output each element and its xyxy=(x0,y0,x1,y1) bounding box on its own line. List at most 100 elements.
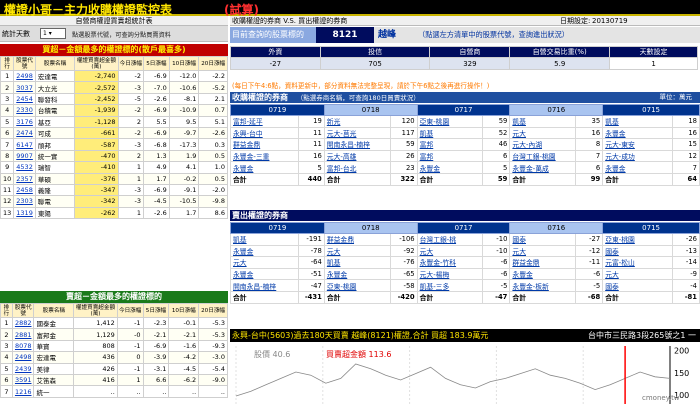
broker-link[interactable]: 國泰 xyxy=(509,233,577,246)
stock-code-link[interactable]: 2357 xyxy=(13,172,36,185)
broker-link[interactable]: 凱基 xyxy=(230,233,299,246)
broker-link[interactable]: 永豐金 xyxy=(230,161,299,174)
stock-code-link[interactable]: 2474 xyxy=(13,126,36,140)
stock-code-link[interactable]: 2454 xyxy=(13,92,36,106)
stock-code-link[interactable]: 2498 xyxy=(13,69,36,83)
broker-link[interactable]: 台灣工銀-桃園 xyxy=(509,149,577,163)
broker-link[interactable]: 永豐金 xyxy=(602,126,673,140)
table-cell: 11 xyxy=(0,183,15,197)
broker-link[interactable]: 元大-成功 xyxy=(602,149,673,163)
table-row: 3 8078 華寶 808 -1 -6.9 -1.6 -9.3 xyxy=(0,339,228,353)
broker-value: 16 xyxy=(575,126,604,140)
broker-link[interactable]: 開南永昌-楠梓 xyxy=(323,138,391,151)
table-cell: -2 xyxy=(117,126,145,140)
broker-link[interactable]: 凱基 xyxy=(509,115,577,128)
broker-value: -6 xyxy=(575,267,604,281)
broker-link[interactable]: 元大 xyxy=(509,126,577,140)
broker-link[interactable]: 元大 xyxy=(602,267,673,281)
broker-link[interactable]: 元富-松山 xyxy=(602,256,673,269)
broker-link[interactable]: 富邦-台北 xyxy=(323,161,391,174)
stock-code-link[interactable]: 2458 xyxy=(13,183,36,197)
stock-code-link[interactable]: 1216 xyxy=(11,385,35,398)
broker-link[interactable]: 元大 xyxy=(416,244,484,258)
broker-link[interactable]: 凱基-三多 xyxy=(416,279,484,292)
broker-value: -92 xyxy=(389,244,418,258)
broker-link[interactable]: 元大-莒光 xyxy=(323,126,391,140)
broker-link[interactable]: 群益金鼎 xyxy=(323,233,391,246)
broker-link[interactable]: 新光 xyxy=(323,115,391,128)
broker-link[interactable]: 元大 xyxy=(230,256,299,269)
stock-code-link[interactable]: 3591 xyxy=(11,373,35,387)
stock-code-link[interactable]: 2303 xyxy=(13,195,36,208)
query-code[interactable]: 8121 xyxy=(316,27,374,43)
table-row: 8 9907 統一實 -470 2 1.3 1.9 0.5 xyxy=(0,149,228,163)
broker-link[interactable]: 群益金鼎 xyxy=(509,256,577,269)
stock-code-link[interactable]: 3037 xyxy=(13,81,36,94)
broker-link[interactable]: 開南永昌-楠梓 xyxy=(230,279,299,292)
broker-link[interactable]: 永豐金 xyxy=(323,267,391,281)
broker-link[interactable]: 永豐金 xyxy=(230,244,299,258)
broker-link[interactable]: 富邦 xyxy=(416,138,484,151)
broker-link[interactable]: 凱基 xyxy=(602,115,673,128)
table-cell: 1.9 xyxy=(168,149,200,163)
stock-code-link[interactable]: 2882 xyxy=(11,316,35,330)
broker-link[interactable]: 元大-楊梅 xyxy=(416,267,484,281)
stock-code-link[interactable]: 2498 xyxy=(11,351,35,364)
stock-code-link[interactable]: 1319 xyxy=(13,206,36,220)
buy-date-0715: 0715 xyxy=(602,104,700,116)
stat-days-select[interactable]: 1 ▾ xyxy=(40,28,66,39)
table-cell: -1,939 xyxy=(74,104,119,117)
stock-code-link[interactable]: 6147 xyxy=(13,138,36,151)
broker-link[interactable]: 永豐金-萬成 xyxy=(509,161,577,174)
broker-link[interactable]: 永豐金 xyxy=(509,267,577,281)
table-row: 永豐金-三重 16 元大-高雄 26 富邦 6 台灣工銀-桃園 7 元大-成功 12 xyxy=(230,149,700,163)
broker-value: 59 xyxy=(389,138,418,151)
broker-link[interactable]: 永興-台中 xyxy=(230,126,299,140)
stock-code-link[interactable]: 2330 xyxy=(13,104,36,117)
broker-value: 120 xyxy=(389,115,418,128)
table-cell: 瑞智 xyxy=(34,161,76,174)
broker-value: -106 xyxy=(389,233,418,246)
table-cell: 聯電 xyxy=(34,195,76,208)
table-cell: 1 xyxy=(0,69,15,83)
stats-value-4[interactable]: 1 xyxy=(609,57,698,70)
broker-link[interactable]: 永豐金-竹科 xyxy=(416,256,484,269)
table-cell: -3.0 xyxy=(198,351,228,364)
broker-link[interactable]: 亞東-桃園 xyxy=(416,115,484,128)
broker-link[interactable]: 元大-東安 xyxy=(602,138,673,151)
broker-link[interactable]: 元大-內湖 xyxy=(509,138,577,151)
total-label: 合計 xyxy=(230,172,299,186)
table-cell: 台積電 xyxy=(34,104,76,117)
broker-link[interactable]: 凱基 xyxy=(416,126,484,140)
broker-link[interactable]: 永豐金-板新 xyxy=(509,279,577,292)
broker-link[interactable]: 亞東-桃園 xyxy=(602,233,673,246)
table-cell: 5.1 xyxy=(198,115,228,128)
y-tick-label: 150 xyxy=(674,369,689,378)
broker-link[interactable]: 永豐金-三重 xyxy=(230,149,299,163)
broker-link[interactable]: 元大-高雄 xyxy=(323,149,391,163)
sell-brokers-header: 賣出權證的券商 xyxy=(230,210,700,221)
broker-link[interactable]: 凱基 xyxy=(323,256,391,269)
stock-code-link[interactable]: 3176 xyxy=(13,115,36,128)
broker-link[interactable]: 永豐金 xyxy=(230,267,299,281)
broker-link[interactable]: 亞東-桃園 xyxy=(323,279,391,292)
stock-code-link[interactable]: 4532 xyxy=(13,161,36,174)
broker-link[interactable]: 國泰 xyxy=(602,244,673,258)
broker-link[interactable]: 國泰 xyxy=(602,279,673,292)
date-value[interactable]: 20130719 xyxy=(592,16,628,25)
broker-link[interactable]: 元大 xyxy=(323,244,391,258)
total-value: 59 xyxy=(482,172,511,186)
stock-code-link[interactable]: 2881 xyxy=(11,328,35,341)
table-row: 7 6147 頎邦 -587 -3 -6.8 -17.3 0.3 xyxy=(0,138,228,151)
broker-link[interactable]: 富邦 xyxy=(416,149,484,163)
buy-date-0719: 0719 xyxy=(230,104,325,116)
broker-link[interactable]: 永豐金 xyxy=(602,161,673,174)
broker-link[interactable]: 台灣工銀-桃 xyxy=(416,233,484,246)
stock-code-link[interactable]: 9907 xyxy=(13,149,36,163)
stock-code-link[interactable]: 2439 xyxy=(11,362,35,375)
broker-link[interactable]: 群益金鼎 xyxy=(230,138,299,151)
broker-link[interactable]: 永豐金 xyxy=(416,161,484,174)
broker-link[interactable]: 富邦-延平 xyxy=(230,115,299,128)
broker-link[interactable]: 元大 xyxy=(509,244,577,258)
stock-code-link[interactable]: 8078 xyxy=(11,339,35,353)
